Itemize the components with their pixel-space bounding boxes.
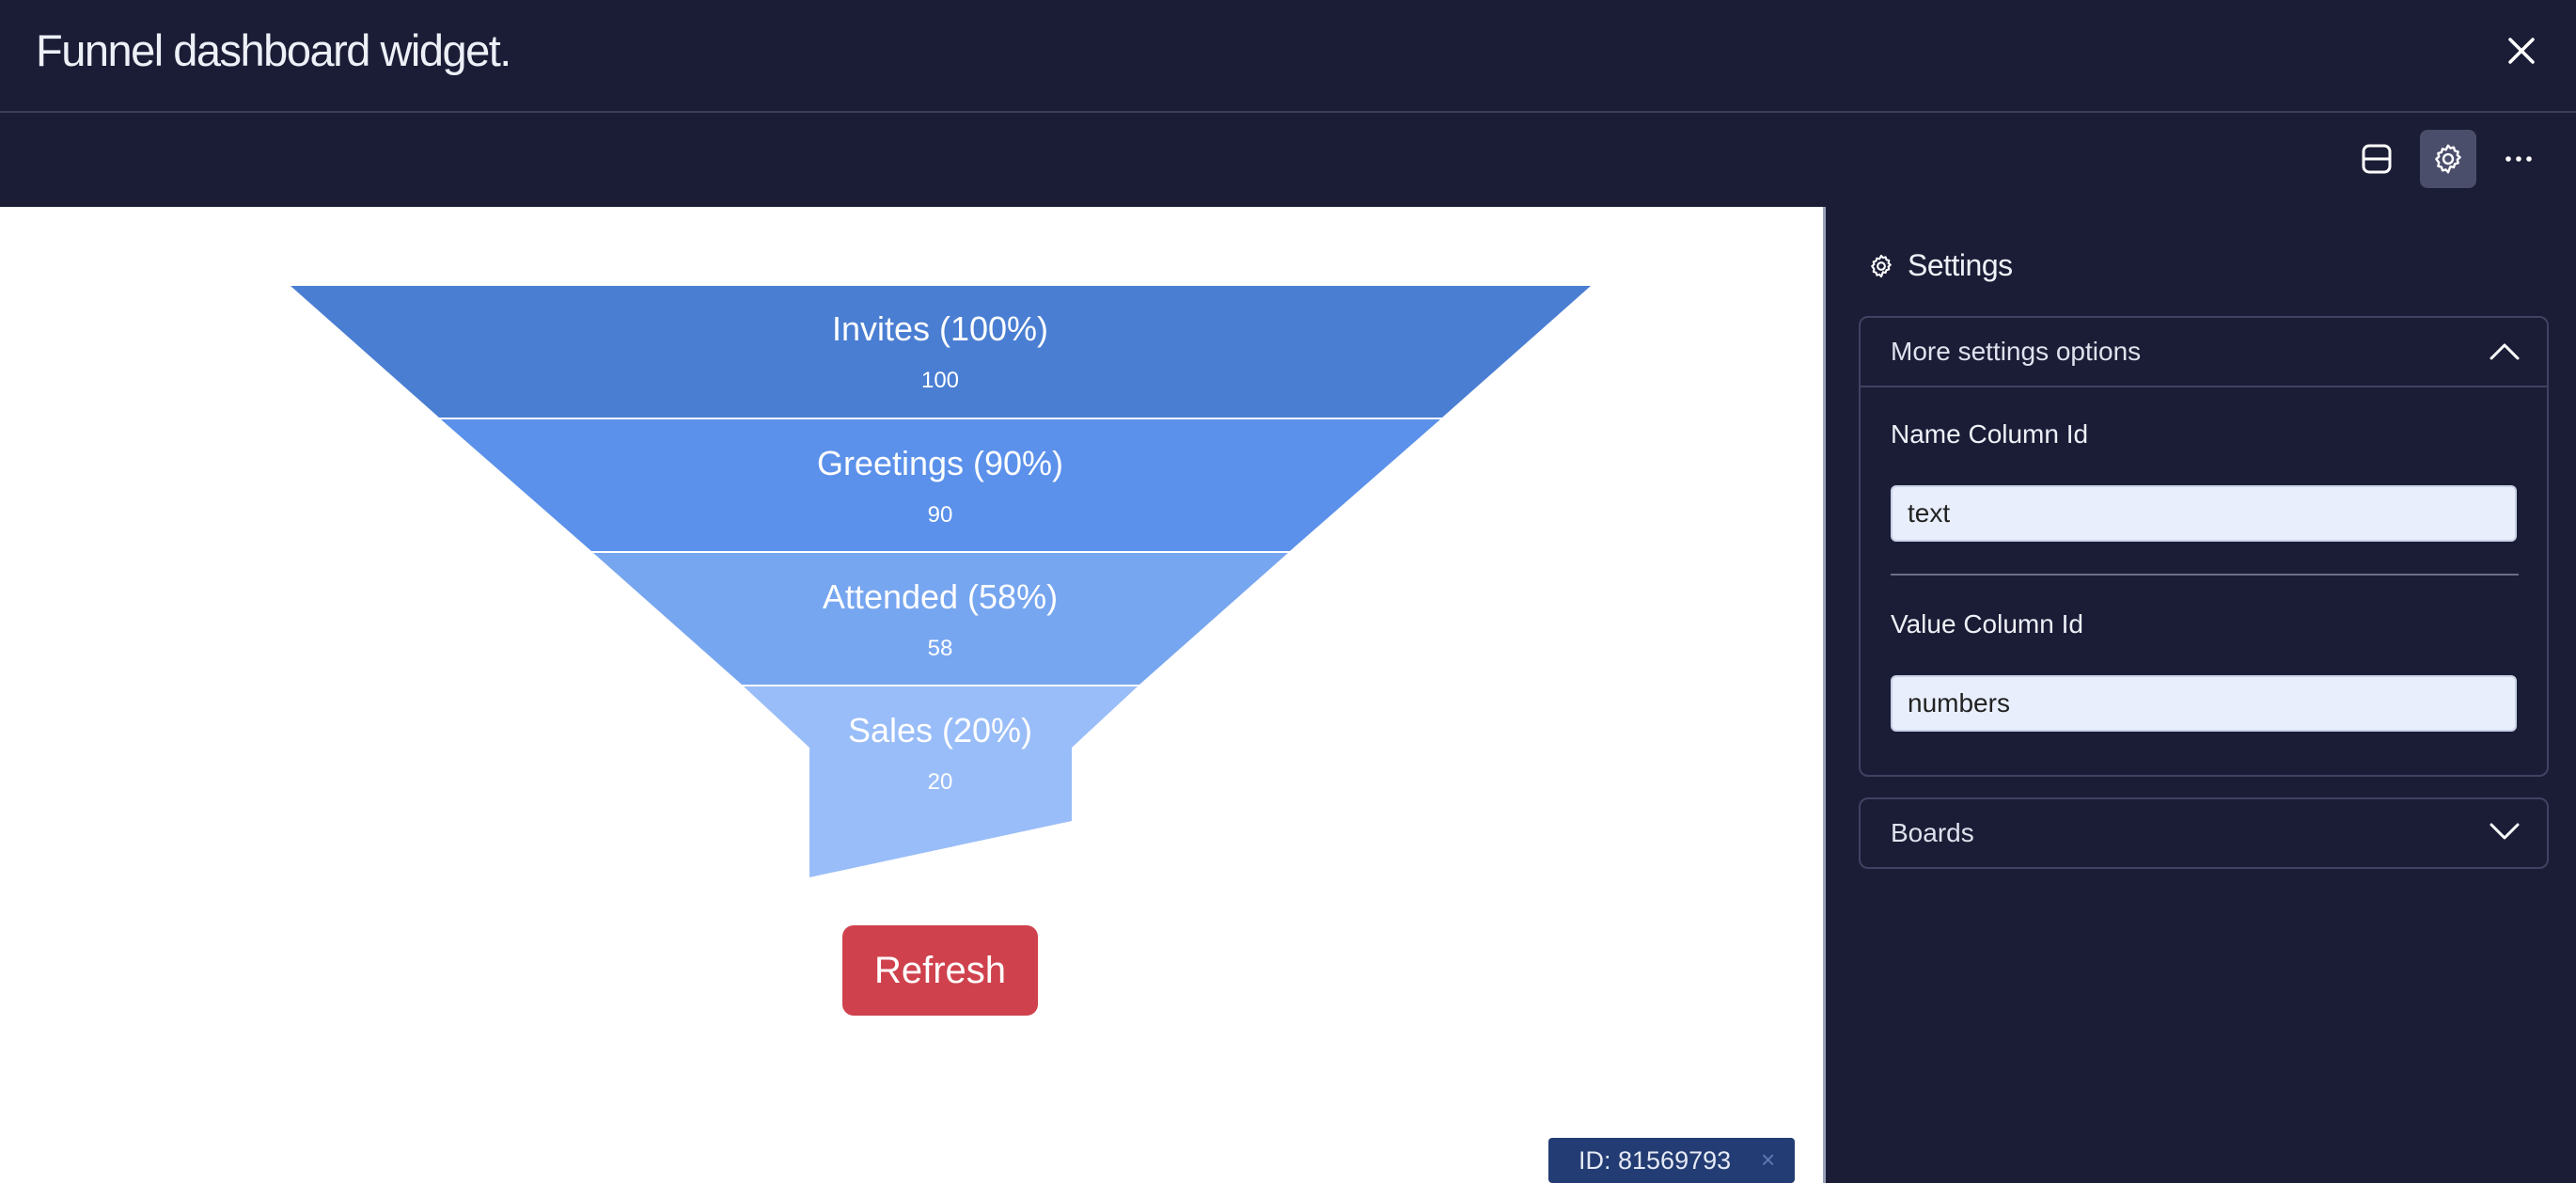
funnel-segment-attended [593,553,1288,685]
settings-title: Settings [1908,248,2013,282]
widget-toolbar [0,115,2576,205]
more-options-icon [2505,156,2532,162]
settings-button[interactable] [2420,130,2476,188]
window-header: Funnel dashboard widget. [0,0,2576,113]
funnel-segment-invites [291,286,1591,418]
layout-toggle-button[interactable] [2348,130,2405,188]
name-column-label: Name Column Id [1891,419,2089,449]
id-badge: ID: 81569793 × [1548,1138,1795,1183]
refresh-button[interactable]: Refresh [842,925,1038,1016]
funnel-value-greetings: 90 [928,502,953,528]
funnel-value-sales: 20 [928,769,953,795]
more-settings-toggle[interactable]: More settings options [1861,318,2547,386]
more-settings-section: More settings options Name Column Id Val… [1859,316,2549,777]
id-badge-close-icon[interactable]: × [1761,1145,1775,1175]
field-divider [1891,574,2519,576]
funnel-label-attended: Attended (58%) [823,577,1058,616]
funnel-label-greetings: Greetings (90%) [817,444,1063,482]
value-column-label: Value Column Id [1891,609,2083,639]
gear-icon [1871,254,1892,277]
close-button[interactable] [2497,26,2546,75]
settings-panel: Settings More settings options Name Colu… [1829,207,2576,1183]
funnel-value-attended: 58 [928,636,953,661]
funnel-label-sales: Sales (20%) [848,711,1032,749]
value-column-input[interactable] [1891,675,2517,732]
gear-icon [2435,144,2461,174]
more-settings-body: Name Column Id Value Column Id [1861,386,2547,775]
more-settings-label: More settings options [1891,337,2142,366]
chevron-down-icon [2490,823,2520,840]
widget-canvas: Invites (100%) 100 Greetings (90%) 90 At… [0,207,1826,1183]
settings-header: Settings [1868,248,2013,283]
name-column-input[interactable] [1891,485,2517,542]
window-title: Funnel dashboard widget. [36,25,511,75]
close-icon [2508,38,2535,64]
boards-section: Boards [1859,797,2549,869]
funnel-chart: Invites (100%) 100 Greetings (90%) 90 At… [291,286,1591,877]
more-options-button[interactable] [2490,130,2547,188]
boards-label: Boards [1891,818,1974,847]
funnel-label-invites: Invites (100%) [832,309,1048,348]
funnel-segment-greetings [441,419,1440,551]
id-badge-text: ID: 81569793 [1579,1145,1732,1175]
chevron-up-icon [2490,343,2520,360]
funnel-value-invites: 100 [921,368,959,393]
panel-layout-icon [2362,144,2392,174]
boards-toggle[interactable]: Boards [1861,799,2547,867]
